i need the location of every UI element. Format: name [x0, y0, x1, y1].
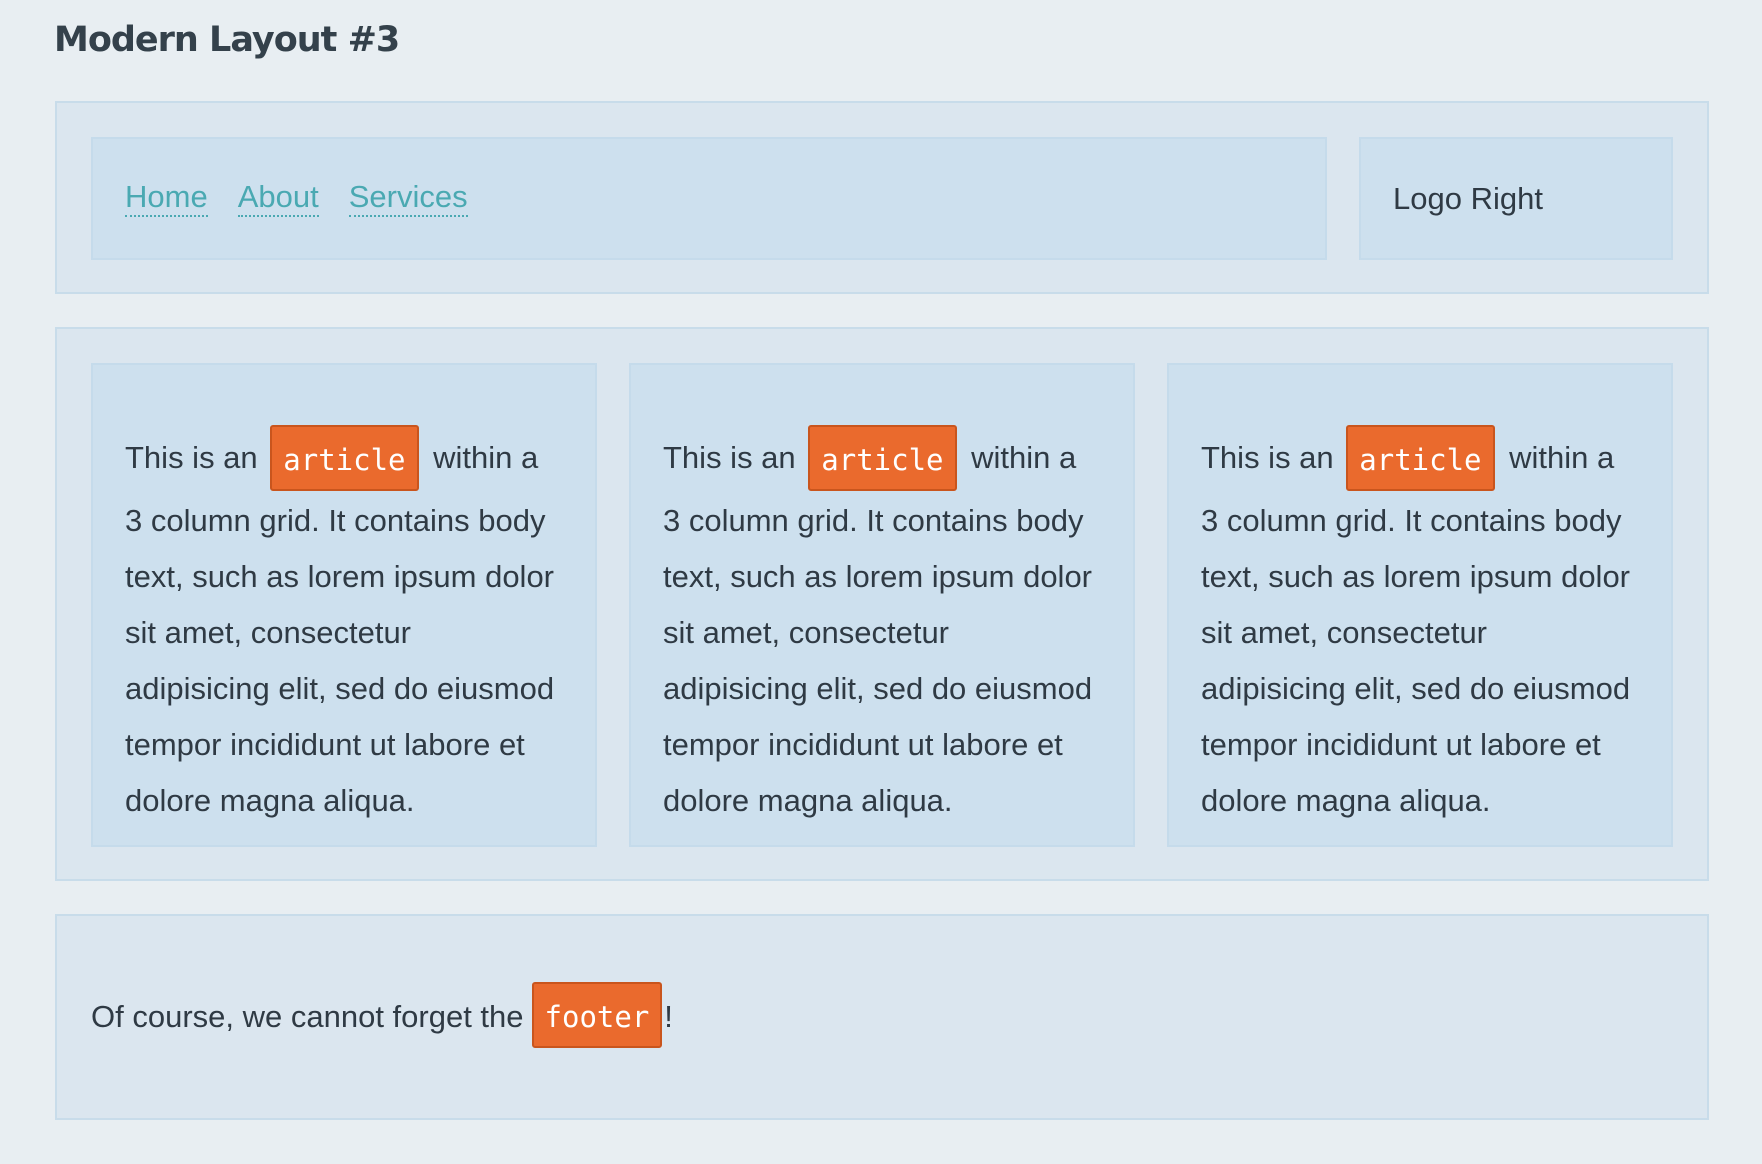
- article-prefix: This is an: [1201, 440, 1334, 476]
- article-tag: article: [1346, 425, 1495, 491]
- nav-box: Home About Services: [91, 137, 1327, 260]
- page-title: Modern Layout #3: [54, 20, 400, 60]
- article-body: within a 3 column grid. It contains body…: [125, 440, 555, 818]
- article-card-2: This is an article within a 3 column gri…: [629, 363, 1135, 847]
- article-prefix: This is an: [125, 440, 258, 476]
- nav-link-services[interactable]: Services: [348, 180, 468, 217]
- page: Modern Layout #3 Home About Services Log…: [0, 0, 1762, 1164]
- footer-suffix: !: [664, 999, 673, 1034]
- article-body: within a 3 column grid. It contains body…: [663, 440, 1093, 818]
- logo-label: Logo Right: [1393, 180, 1543, 216]
- article-body: within a 3 column grid. It contains body…: [1201, 440, 1631, 818]
- article-card-3: This is an article within a 3 column gri…: [1167, 363, 1673, 847]
- article-tag: article: [270, 425, 419, 491]
- article-tag: article: [808, 425, 957, 491]
- nav-link-home[interactable]: Home: [125, 180, 208, 217]
- header-panel: Home About Services Logo Right: [55, 101, 1709, 294]
- footer-panel: Of course, we cannot forget the footer !: [55, 914, 1709, 1120]
- footer-tag: footer: [531, 982, 663, 1048]
- footer-prefix: Of course, we cannot forget the: [91, 999, 524, 1034]
- logo-box: Logo Right: [1359, 137, 1673, 260]
- article-card-1: This is an article within a 3 column gri…: [91, 363, 597, 847]
- nav-link-about[interactable]: About: [237, 180, 319, 217]
- article-prefix: This is an: [663, 440, 796, 476]
- main-panel: This is an article within a 3 column gri…: [55, 327, 1709, 881]
